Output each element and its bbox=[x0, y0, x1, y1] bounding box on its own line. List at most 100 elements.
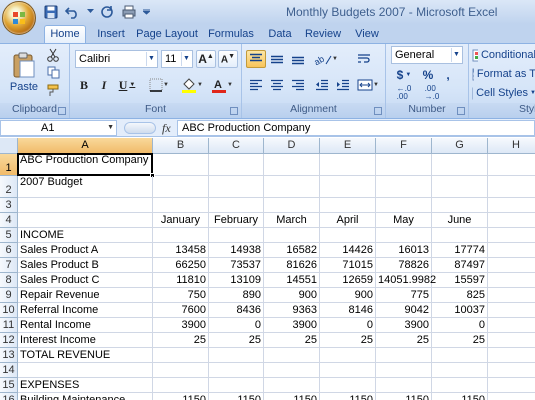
cell-b12[interactable]: 25 bbox=[153, 333, 209, 348]
cell-f8[interactable]: 14051.9982 bbox=[376, 273, 436, 288]
cell-a7[interactable]: Sales Product B bbox=[18, 258, 153, 273]
cell-d9[interactable]: 900 bbox=[264, 288, 320, 303]
cell-g1[interactable] bbox=[432, 154, 488, 176]
tab-insert[interactable]: Insert bbox=[92, 26, 130, 44]
cell-h12[interactable] bbox=[488, 333, 535, 348]
align-right-button[interactable] bbox=[288, 76, 308, 94]
format-as-table-button[interactable]: Format as T bbox=[471, 65, 535, 83]
cell-h2[interactable] bbox=[488, 176, 535, 198]
cell-c14[interactable] bbox=[209, 363, 264, 378]
row-header-7[interactable]: 7 bbox=[0, 258, 18, 273]
cell-g9[interactable]: 825 bbox=[432, 288, 488, 303]
cell-h16[interactable] bbox=[488, 393, 535, 400]
row-header-1[interactable]: 1 bbox=[0, 154, 18, 176]
row-header-9[interactable]: 9 bbox=[0, 288, 18, 303]
cell-a15[interactable]: EXPENSES bbox=[18, 378, 153, 393]
row-header-2[interactable]: 2 bbox=[0, 176, 18, 198]
cell-f3[interactable] bbox=[376, 198, 432, 213]
cell-f15[interactable] bbox=[376, 378, 432, 393]
cell-f9[interactable]: 775 bbox=[376, 288, 432, 303]
cell-styles-button[interactable]: Cell Styles ▼ bbox=[471, 84, 535, 102]
chevron-down-icon[interactable]: ▼ bbox=[107, 124, 114, 131]
row-header-15[interactable]: 15 bbox=[0, 378, 18, 393]
font-name-combo[interactable]: Calibri ▼ bbox=[75, 50, 158, 68]
format-painter-button[interactable] bbox=[44, 82, 62, 99]
cell-a2[interactable]: 2007 Budget bbox=[18, 176, 153, 198]
chevron-down-icon[interactable]: ▼ bbox=[451, 48, 461, 62]
cell-c15[interactable] bbox=[209, 378, 264, 393]
cell-a13[interactable]: TOTAL REVENUE bbox=[18, 348, 153, 363]
column-header-d[interactable]: D bbox=[264, 138, 320, 154]
cell-e9[interactable]: 900 bbox=[320, 288, 376, 303]
cell-c9[interactable]: 890 bbox=[209, 288, 264, 303]
cell-h14[interactable] bbox=[488, 363, 535, 378]
cell-h6[interactable] bbox=[488, 243, 535, 258]
select-all-corner[interactable] bbox=[0, 138, 18, 154]
row-header-8[interactable]: 8 bbox=[0, 273, 18, 288]
chevron-down-icon[interactable]: ▼ bbox=[146, 52, 156, 66]
cell-f6[interactable]: 16013 bbox=[376, 243, 432, 258]
cell-c12[interactable]: 25 bbox=[209, 333, 264, 348]
column-header-g[interactable]: G bbox=[432, 138, 488, 154]
cell-d2[interactable] bbox=[264, 176, 320, 198]
cell-a5[interactable]: INCOME bbox=[18, 228, 153, 243]
cell-d1[interactable] bbox=[264, 154, 320, 176]
underline-button[interactable]: U ▼ bbox=[115, 76, 139, 94]
conditional-formatting-button[interactable]: Conditional bbox=[471, 46, 535, 64]
cell-c5[interactable] bbox=[209, 228, 264, 243]
cell-f11[interactable]: 3900 bbox=[376, 318, 432, 333]
cell-f14[interactable] bbox=[376, 363, 432, 378]
cell-f12[interactable]: 25 bbox=[376, 333, 432, 348]
cell-c11[interactable]: 0 bbox=[209, 318, 264, 333]
cell-c4[interactable]: February bbox=[209, 213, 264, 228]
cell-g10[interactable]: 10037 bbox=[432, 303, 488, 318]
cell-b11[interactable]: 3900 bbox=[153, 318, 209, 333]
cell-e8[interactable]: 12659 bbox=[320, 273, 376, 288]
cell-b6[interactable]: 13458 bbox=[153, 243, 209, 258]
align-left-button[interactable] bbox=[246, 76, 266, 94]
align-center-button[interactable] bbox=[267, 76, 287, 94]
cell-h5[interactable] bbox=[488, 228, 535, 243]
column-header-e[interactable]: E bbox=[320, 138, 376, 154]
dialog-launcher-icon[interactable] bbox=[457, 107, 465, 115]
cell-h4[interactable] bbox=[488, 213, 535, 228]
cell-a4[interactable] bbox=[18, 213, 153, 228]
tab-view[interactable]: View bbox=[352, 26, 382, 44]
row-header-12[interactable]: 12 bbox=[0, 333, 18, 348]
cell-e10[interactable]: 8146 bbox=[320, 303, 376, 318]
cell-d14[interactable] bbox=[264, 363, 320, 378]
cell-e1[interactable] bbox=[320, 154, 376, 176]
cell-c7[interactable]: 73537 bbox=[209, 258, 264, 273]
cell-g4[interactable]: June bbox=[432, 213, 488, 228]
row-header-4[interactable]: 4 bbox=[0, 213, 18, 228]
cell-g7[interactable]: 87497 bbox=[432, 258, 488, 273]
column-header-b[interactable]: B bbox=[153, 138, 209, 154]
save-icon[interactable] bbox=[42, 3, 60, 20]
dropdown-arrow-icon[interactable] bbox=[86, 3, 94, 20]
cell-f13[interactable] bbox=[376, 348, 432, 363]
cell-e3[interactable] bbox=[320, 198, 376, 213]
cell-e11[interactable]: 0 bbox=[320, 318, 376, 333]
cell-e6[interactable]: 14426 bbox=[320, 243, 376, 258]
cell-a10[interactable]: Referral Income bbox=[18, 303, 153, 318]
formula-bar-splitter[interactable] bbox=[124, 122, 156, 134]
cell-b4[interactable]: January bbox=[153, 213, 209, 228]
row-header-5[interactable]: 5 bbox=[0, 228, 18, 243]
cell-f7[interactable]: 78826 bbox=[376, 258, 432, 273]
italic-button[interactable]: I bbox=[95, 76, 113, 94]
redo-icon[interactable] bbox=[98, 3, 116, 20]
row-header-13[interactable]: 13 bbox=[0, 348, 18, 363]
row-header-16[interactable]: 16 bbox=[0, 393, 18, 400]
bold-button[interactable]: B bbox=[75, 76, 93, 94]
orientation-button[interactable]: ab ▼ bbox=[312, 50, 340, 68]
cell-b1[interactable] bbox=[153, 154, 209, 176]
cell-g14[interactable] bbox=[432, 363, 488, 378]
cell-e16[interactable]: 1150 bbox=[320, 393, 376, 400]
cell-e15[interactable] bbox=[320, 378, 376, 393]
undo-icon[interactable] bbox=[64, 3, 82, 20]
paste-button[interactable]: Paste bbox=[6, 46, 42, 98]
currency-button[interactable]: $ ▼ bbox=[391, 66, 417, 84]
cell-d11[interactable]: 3900 bbox=[264, 318, 320, 333]
column-header-a[interactable]: A bbox=[18, 138, 153, 154]
customize-toolbar-icon[interactable] bbox=[142, 3, 150, 20]
